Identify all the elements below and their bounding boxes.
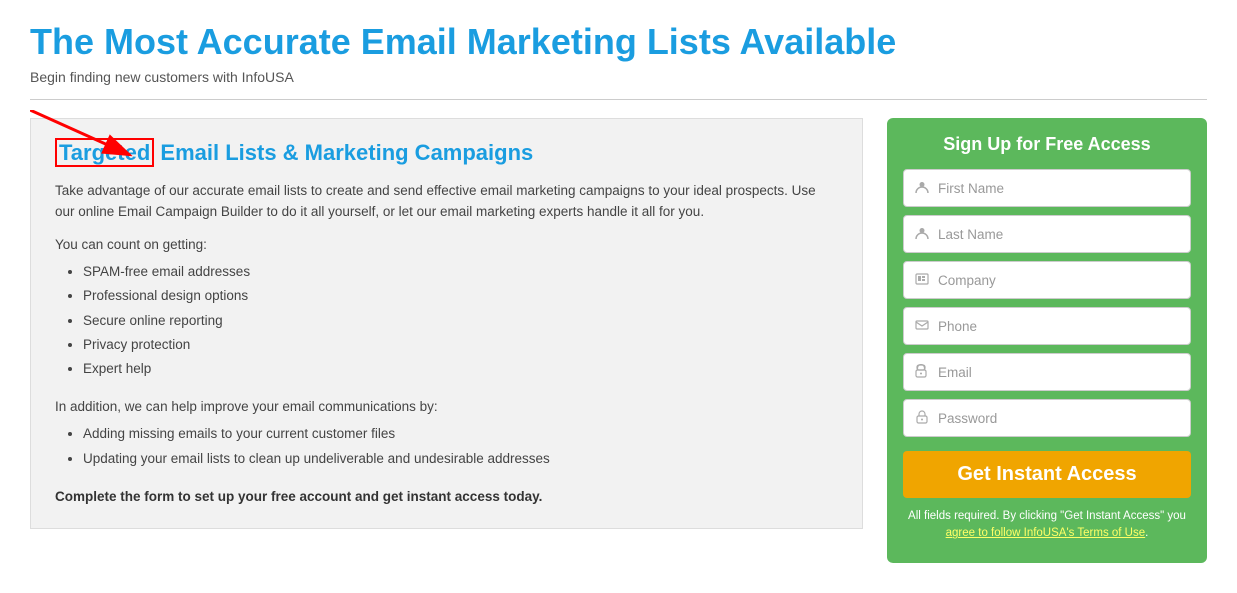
you-can-count-label: You can count on getting: [55, 237, 838, 252]
password-field [903, 399, 1191, 437]
terms-link[interactable]: agree to follow InfoUSA's Terms of Use [946, 527, 1146, 539]
heading-rest: Email Lists & Marketing Campaigns [154, 140, 533, 165]
targeted-word: Targeted [55, 138, 154, 167]
list-item: Adding missing emails to your current cu… [83, 422, 838, 446]
terms-text: All fields required. By clicking "Get In… [903, 508, 1191, 543]
first-name-field [903, 169, 1191, 207]
left-panel: Targeted Email Lists & Marketing Campaig… [30, 118, 863, 529]
email-field [903, 353, 1191, 391]
signup-title: Sign Up for Free Access [903, 134, 1191, 155]
terms-suffix: . [1145, 527, 1148, 539]
page-subtitle: Begin finding new customers with InfoUSA [30, 69, 1207, 85]
last-name-input[interactable] [938, 227, 1180, 242]
get-instant-access-button[interactable]: Get Instant Access [903, 451, 1191, 498]
section-heading: Targeted Email Lists & Marketing Campaig… [55, 139, 838, 168]
divider [30, 99, 1207, 100]
envelope-icon [914, 364, 930, 381]
signup-form-panel: Sign Up for Free Access [887, 118, 1207, 563]
company-field [903, 261, 1191, 299]
phone-field [903, 307, 1191, 345]
company-input[interactable] [938, 273, 1180, 288]
person-icon [914, 180, 930, 197]
list-item: Professional design options [83, 284, 838, 308]
list-item: Privacy protection [83, 333, 838, 357]
section-desc: Take advantage of our accurate email lis… [55, 180, 838, 223]
last-name-field [903, 215, 1191, 253]
first-name-input[interactable] [938, 181, 1180, 196]
in-addition-label: In addition, we can help improve your em… [55, 399, 838, 414]
lock-icon [914, 410, 930, 427]
terms-prefix: All fields required. By clicking "Get In… [908, 510, 1186, 522]
page-title: The Most Accurate Email Marketing Lists … [30, 20, 1207, 63]
bullets-list-2: Adding missing emails to your current cu… [55, 422, 838, 471]
complete-form-text: Complete the form to set up your free ac… [55, 489, 838, 504]
list-item: Secure online reporting [83, 309, 838, 333]
bullets-list-1: SPAM-free email addresses Professional d… [55, 260, 838, 381]
terms-link-text: agree to follow InfoUSA's Terms of Use [946, 527, 1146, 539]
email-input[interactable] [938, 365, 1180, 380]
list-item: Updating your email lists to clean up un… [83, 447, 838, 471]
list-item: SPAM-free email addresses [83, 260, 838, 284]
building-icon [914, 272, 930, 289]
page-wrapper: The Most Accurate Email Marketing Lists … [0, 0, 1237, 593]
person-icon-2 [914, 226, 930, 243]
phone-icon [914, 318, 930, 335]
main-content: Targeted Email Lists & Marketing Campaig… [30, 118, 1207, 563]
password-input[interactable] [938, 411, 1180, 426]
phone-input[interactable] [938, 319, 1180, 334]
list-item: Expert help [83, 357, 838, 381]
